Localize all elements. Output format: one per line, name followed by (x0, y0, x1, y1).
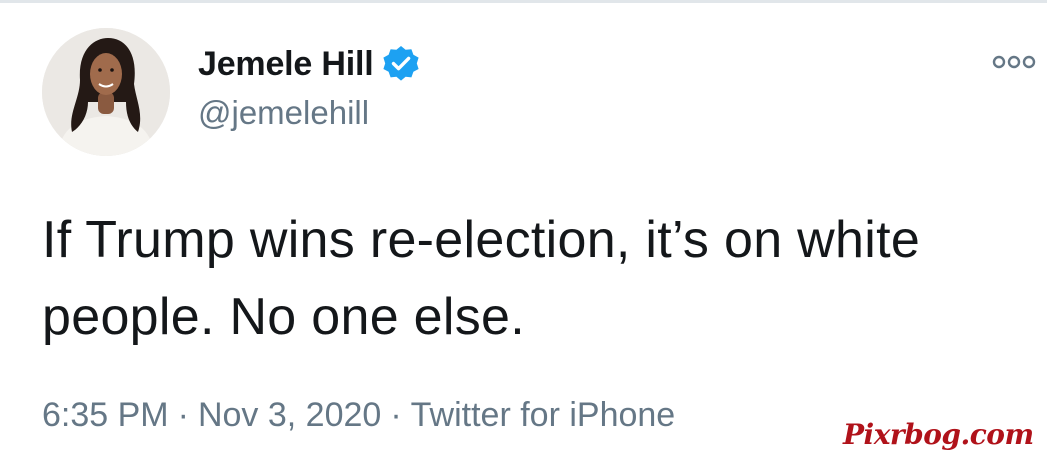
tweet-metadata: 6:35 PM · Nov 3, 2020 · Twitter for iPhone (42, 396, 675, 435)
author-handle[interactable]: @jemelehill (198, 94, 369, 132)
verified-badge-icon (381, 44, 421, 84)
top-divider (0, 0, 1047, 3)
watermark: Pixrbog.com (843, 418, 1034, 451)
tweet-text: If Trump wins re-election, it’s on white… (42, 211, 921, 346)
tweet-date[interactable]: Nov 3, 2020 (198, 396, 381, 434)
author-name-row[interactable]: Jemele Hill (198, 42, 421, 86)
more-options-icon[interactable] (992, 52, 1036, 72)
tweet-source-link[interactable]: Twitter for iPhone (411, 396, 676, 434)
meta-separator: · (390, 396, 402, 434)
avatar-photo-icon (42, 28, 170, 156)
author-display-name[interactable]: Jemele Hill (198, 45, 374, 84)
author-avatar[interactable] (42, 28, 170, 156)
tweet-time[interactable]: 6:35 PM (42, 396, 169, 434)
meta-separator: · (177, 396, 189, 434)
